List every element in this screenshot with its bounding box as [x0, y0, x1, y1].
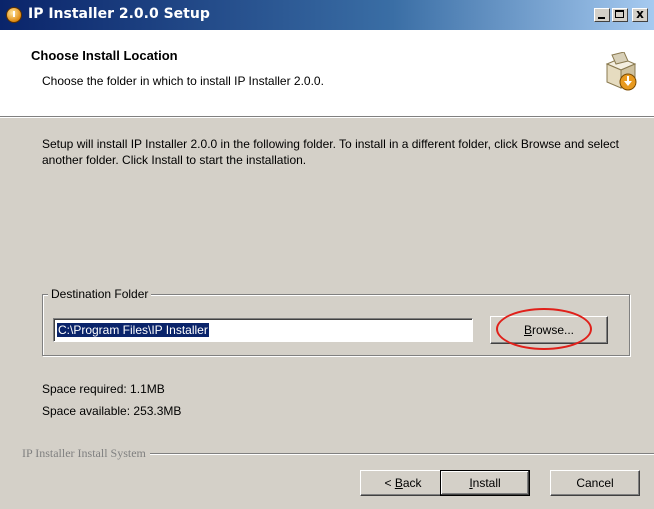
install-label: nstall	[472, 476, 501, 490]
back-button[interactable]: < Back	[360, 470, 446, 496]
page-title: Choose Install Location	[31, 48, 178, 63]
back-prefix: <	[384, 476, 395, 490]
destination-path-input[interactable]: C:\Program Files\IP Installer	[53, 318, 473, 342]
destination-folder-label: Destination Folder	[48, 287, 152, 301]
install-description: Setup will install IP Installer 2.0.0 in…	[42, 137, 619, 167]
minimize-button[interactable]	[594, 8, 610, 22]
branding-text: IP Installer Install System	[22, 446, 150, 461]
maximize-button[interactable]	[612, 8, 628, 22]
wizard-header: Choose Install Location Choose the folde…	[0, 30, 654, 118]
title-bar[interactable]: IP Installer 2.0.0 Setup x	[0, 0, 654, 30]
space-required: Space required: 1.1MB	[42, 382, 165, 396]
installer-app-icon	[6, 7, 22, 23]
cancel-button[interactable]: Cancel	[550, 470, 640, 496]
browse-hotkey: B	[523, 323, 532, 337]
installer-box-icon	[605, 52, 637, 91]
space-available: Space available: 253.3MB	[42, 404, 182, 418]
close-icon: x	[636, 7, 644, 21]
cancel-label: Cancel	[576, 476, 614, 490]
browse-label: rowse...	[532, 323, 575, 337]
back-label: ack	[402, 476, 422, 490]
setup-window: IP Installer 2.0.0 Setup x Choose Instal…	[0, 0, 654, 509]
window-title: IP Installer 2.0.0 Setup	[28, 6, 210, 22]
page-subtitle: Choose the folder in which to install IP…	[42, 74, 324, 88]
back-hotkey: B	[394, 476, 403, 490]
close-button[interactable]: x	[632, 8, 648, 22]
browse-button[interactable]: Browse...	[490, 316, 608, 344]
install-button[interactable]: Install	[440, 470, 530, 496]
destination-path-value: C:\Program Files\IP Installer	[57, 323, 209, 337]
